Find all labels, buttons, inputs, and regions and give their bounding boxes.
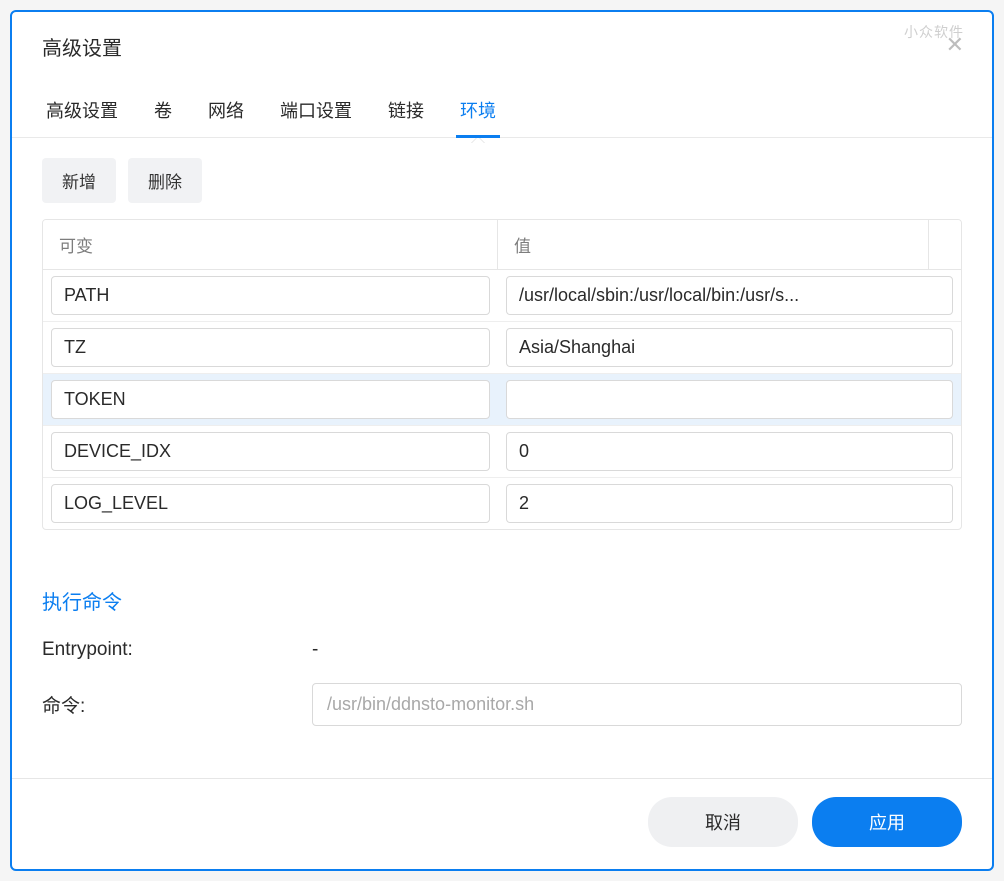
table-header: 可变 值: [43, 220, 961, 270]
cancel-button[interactable]: 取消: [648, 797, 798, 847]
tab-links[interactable]: 链接: [384, 89, 428, 137]
table-row[interactable]: [43, 322, 961, 374]
tab-network[interactable]: 网络: [204, 89, 248, 137]
env-key-input[interactable]: [51, 432, 490, 471]
tab-volumes[interactable]: 卷: [150, 89, 176, 137]
env-key-input[interactable]: [51, 484, 490, 523]
table-row[interactable]: [43, 478, 961, 529]
env-key-input[interactable]: [51, 276, 490, 315]
env-value-input[interactable]: [506, 484, 953, 523]
entrypoint-row: Entrypoint: -: [42, 639, 962, 661]
env-key-input[interactable]: [51, 380, 490, 419]
header-value[interactable]: 值: [498, 220, 929, 269]
tabs-bar: 高级设置 卷 网络 端口设置 链接 环境: [12, 71, 992, 138]
command-input[interactable]: [312, 683, 962, 726]
tab-environment[interactable]: 环境: [456, 89, 500, 137]
env-key-input[interactable]: [51, 328, 490, 367]
modal-header: 高级设置 小众软件 ✕: [12, 12, 992, 71]
toolbar: 新增 删除: [42, 158, 962, 203]
env-value-input[interactable]: [506, 432, 953, 471]
table-row[interactable]: [43, 426, 961, 478]
env-value-input[interactable]: [506, 276, 953, 315]
entrypoint-value: -: [312, 639, 318, 661]
table-row[interactable]: [43, 270, 961, 322]
add-button[interactable]: 新增: [42, 158, 116, 203]
entrypoint-label: Entrypoint:: [42, 639, 312, 661]
content-area: 新增 删除 可变 值: [12, 138, 992, 778]
tab-port-settings[interactable]: 端口设置: [276, 89, 356, 137]
modal-footer: 取消 应用: [12, 778, 992, 869]
table-row[interactable]: [43, 374, 961, 426]
command-row: 命令:: [42, 683, 962, 726]
header-spacer: [929, 220, 961, 269]
env-value-input[interactable]: [506, 328, 953, 367]
close-icon[interactable]: ✕: [946, 34, 964, 56]
advanced-settings-modal: 高级设置 小众软件 ✕ 高级设置 卷 网络 端口设置 链接 环境 新增 删除 可…: [10, 10, 994, 871]
tab-advanced-settings[interactable]: 高级设置: [42, 89, 122, 137]
command-label: 命令:: [42, 691, 312, 718]
header-key[interactable]: 可变: [43, 220, 498, 269]
env-value-input[interactable]: [506, 380, 953, 419]
modal-title: 高级设置: [42, 32, 962, 61]
exec-section-title: 执行命令: [42, 586, 962, 615]
apply-button[interactable]: 应用: [812, 797, 962, 847]
delete-button[interactable]: 删除: [128, 158, 202, 203]
env-table: 可变 值: [42, 219, 962, 530]
